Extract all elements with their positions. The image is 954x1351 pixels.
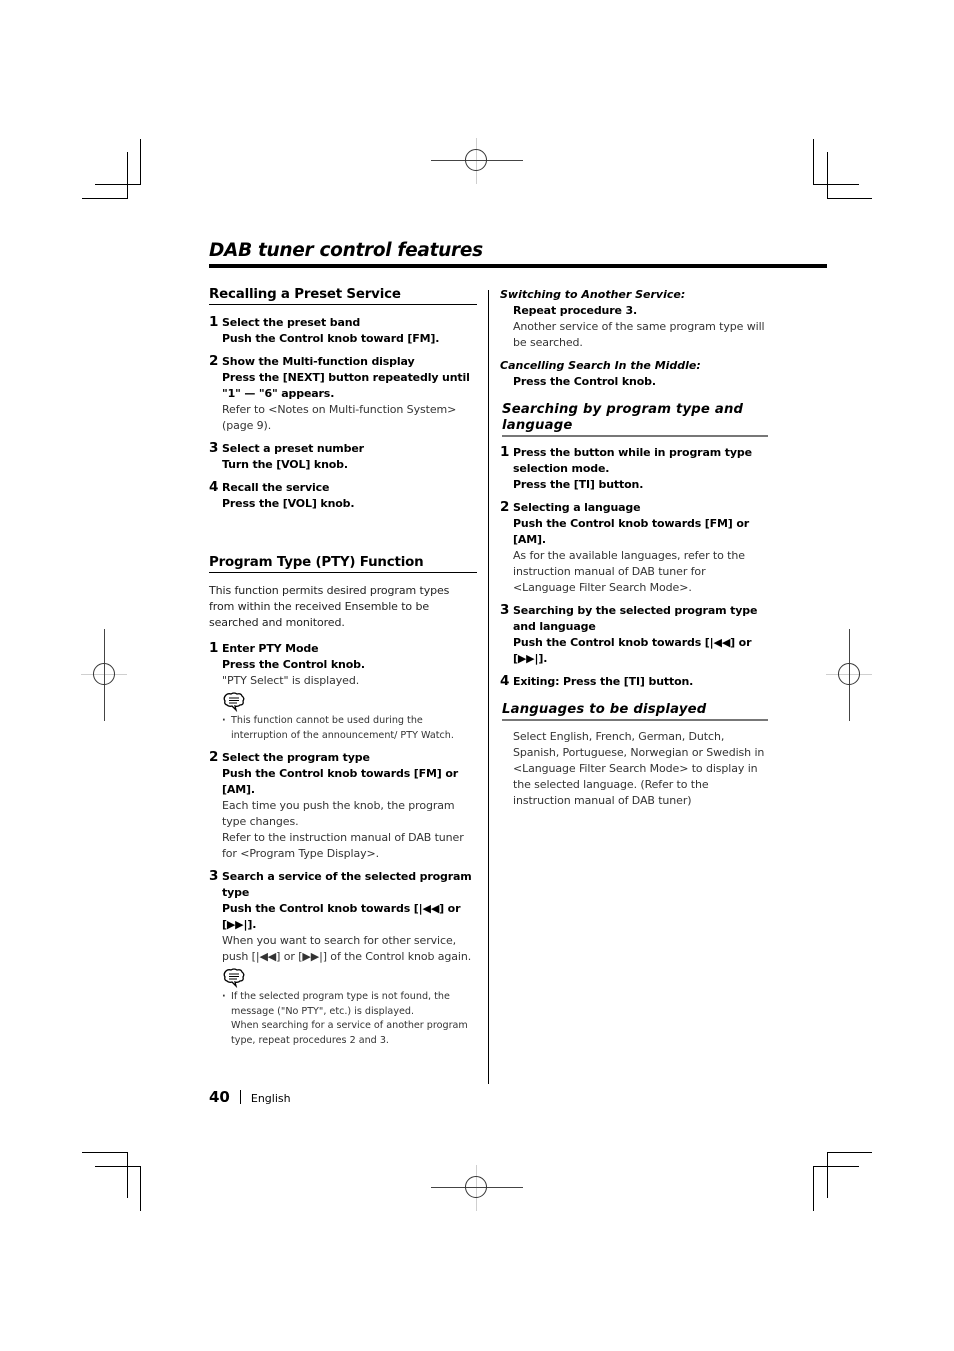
step-number: 3 [209, 868, 219, 884]
switching-action: Repeat procedure 3. [513, 304, 638, 317]
step-note: Refer to <Notes on Multi-function System… [222, 403, 457, 432]
step-number: 2 [500, 499, 510, 515]
step-note: Each time you push the knob, the program… [222, 799, 455, 828]
page-footer: 40 English [209, 1088, 291, 1106]
step-note: "PTY Select" is displayed. [222, 674, 360, 687]
page-title: DAB tuner control features [209, 240, 483, 261]
note-speech-bubble-icon [223, 692, 245, 712]
step-number: 4 [209, 479, 219, 495]
step-action: Press the [NEXT] button repeatedly until… [222, 371, 470, 400]
step-action: Turn the [VOL] knob. [222, 458, 348, 471]
step-number: 2 [209, 749, 219, 765]
step-title: Select the program type [222, 751, 370, 764]
step-action: Push the Control knob towards [FM] or [A… [222, 767, 459, 796]
step-title: Select a preset number [222, 442, 364, 455]
recall-section-heading: Recalling a Preset Service [209, 287, 477, 305]
step-number: 3 [209, 440, 219, 456]
step-title: Search a service of the selected program… [222, 870, 472, 899]
cancelling-label: Cancelling Search In the Middle: [500, 359, 701, 372]
step-number: 3 [500, 602, 510, 618]
step-action: Push the Control knob towards [FM] or [A… [513, 517, 750, 546]
pty-intro: This function permits desired program ty… [209, 584, 450, 629]
right-column: Switching to Another Service: Repeat pro… [500, 287, 768, 809]
switching-note: Another service of the same program type… [513, 320, 765, 349]
recall-step-4: 4 Recall the service Press the [VOL] kno… [209, 479, 477, 512]
footer-separator [239, 1090, 241, 1104]
step-action: Press the Control knob. [222, 658, 365, 671]
left-column: Recalling a Preset Service 1 Select the … [209, 287, 477, 1055]
step-title: Show the Multi-function display [222, 355, 415, 368]
step-title: Press the button while in program type s… [513, 446, 752, 475]
step-title: Recall the service [222, 481, 330, 494]
step-action: Press the [VOL] knob. [222, 497, 355, 510]
step-note: Refer to the instruction manual of DAB t… [222, 831, 464, 860]
step-number: 4 [500, 673, 510, 689]
step-title: Select the preset band [222, 316, 361, 329]
step-number: 2 [209, 353, 219, 369]
step-action: Push the Control knob toward [FM]. [222, 332, 440, 345]
lang-step-4: 4 Exiting: Press the [TI] button. [500, 673, 768, 690]
languages-heading: Languages to be displayed [502, 702, 768, 721]
step-action: Push the Control knob towards [|◀◀] or [… [513, 636, 752, 665]
step-action: Press the [TI] button. [513, 478, 644, 491]
languages-body: Select English, French, German, Dutch, S… [513, 730, 765, 807]
cancelling-action: Press the Control knob. [513, 375, 656, 388]
lang-step-3: 3 Searching by the selected program type… [500, 602, 768, 667]
pty-step-3: 3 Search a service of the selected progr… [209, 868, 477, 1048]
title-rule [209, 264, 827, 268]
step-action: Push the Control knob towards [|◀◀] or [… [222, 902, 461, 931]
note-speech-bubble-icon [223, 968, 245, 988]
recall-step-3: 3 Select a preset number Turn the [VOL] … [209, 440, 477, 473]
pty-step-2: 2 Select the program type Push the Contr… [209, 749, 477, 862]
step-number: 1 [209, 640, 219, 656]
recall-step-2: 2 Show the Multi-function display Press … [209, 353, 477, 434]
step-number: 1 [500, 444, 510, 460]
page-number: 40 [209, 1088, 230, 1106]
step-note: As for the available languages, refer to… [513, 549, 745, 594]
note-bullet: This function cannot be used during the … [222, 714, 477, 743]
footer-language: English [250, 1092, 291, 1105]
lang-step-1: 1 Press the button while in program type… [500, 444, 768, 493]
step-title: Exiting: Press the [TI] button. [513, 675, 694, 688]
pty-step-1: 1 Enter PTY Mode Press the Control knob.… [209, 640, 477, 743]
search-language-heading: Searching by program type and language [502, 402, 768, 437]
step-title: Selecting a language [513, 501, 641, 514]
pty-section-heading: Program Type (PTY) Function [209, 555, 477, 573]
step-title: Enter PTY Mode [222, 642, 319, 655]
switching-label: Switching to Another Service: [500, 288, 686, 301]
lang-step-2: 2 Selecting a language Push the Control … [500, 499, 768, 596]
column-divider [488, 290, 489, 1084]
step-number: 1 [209, 314, 219, 330]
step-title: Searching by the selected program type a… [513, 604, 758, 633]
note-bullet: If the selected program type is not foun… [222, 990, 477, 1019]
recall-step-1: 1 Select the preset band Push the Contro… [209, 314, 477, 347]
step-note: When you want to search for other servic… [222, 934, 472, 963]
note-bullet-continuation: When searching for a service of another … [231, 1020, 468, 1046]
